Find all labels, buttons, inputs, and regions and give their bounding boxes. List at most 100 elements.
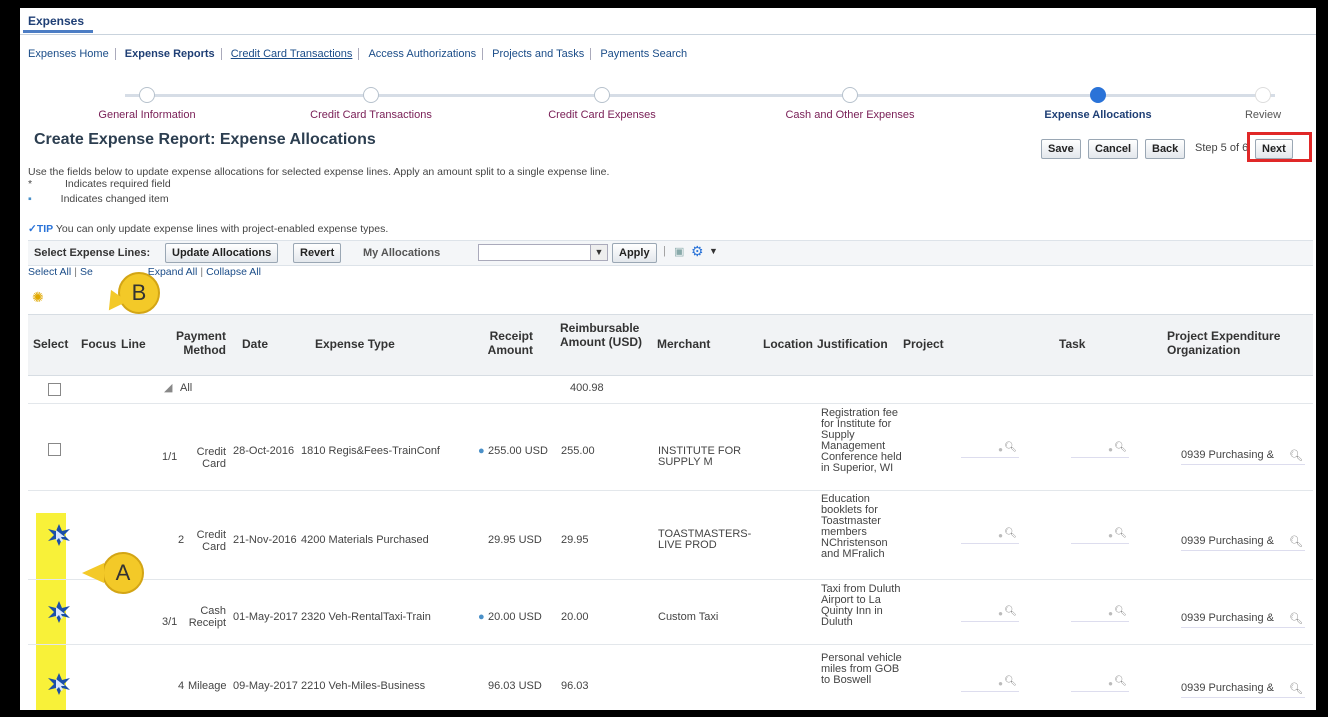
subnav-payments-search[interactable]: Payments Search [594, 48, 693, 60]
create-allocation-icon[interactable]: ✺ [32, 289, 44, 306]
select-none-link[interactable]: Se [80, 266, 93, 278]
focus-icon[interactable] [47, 601, 71, 623]
task-field[interactable]: ● 🔍︎ [1071, 442, 1129, 458]
tip-check-icon: ✓ [28, 223, 37, 235]
tab-expenses[interactable]: Expenses [28, 14, 84, 28]
gear-menu-chevron-icon[interactable]: ▼ [709, 246, 718, 256]
payment-method: Credit Card [196, 446, 226, 470]
table-header: Select Focus Line Payment Method Date Ex… [28, 314, 1313, 376]
detach-icon[interactable]: ▣ [674, 245, 684, 258]
apply-button[interactable]: Apply [612, 243, 657, 263]
col-date: Date [242, 337, 269, 351]
org-field[interactable]: 0939 Purchasing & 🔍︎ [1181, 449, 1305, 465]
subnav-access-authorizations[interactable]: Access Authorizations [362, 48, 484, 60]
train-stop-credit-card-transactions[interactable] [363, 87, 379, 103]
search-icon[interactable]: 🔍︎ [1289, 682, 1303, 695]
select-lines-label: Select Expense Lines: [34, 247, 151, 259]
project-field[interactable]: ● 🔍︎ [961, 676, 1019, 692]
receipt-info-icon: ● [478, 611, 485, 623]
row-select-checkbox[interactable] [48, 443, 61, 456]
search-icon[interactable]: 🔍︎ [1114, 528, 1127, 539]
subnav-credit-card-transactions[interactable]: Credit Card Transactions [225, 48, 360, 60]
project-field[interactable]: ● 🔍︎ [961, 528, 1019, 544]
input-dot-icon: ● [1108, 445, 1113, 454]
link-separator: | [74, 266, 77, 278]
train-label-cash-and-other-expenses[interactable]: Cash and Other Expenses [785, 109, 914, 121]
search-icon[interactable]: 🔍︎ [1114, 606, 1127, 617]
search-icon[interactable]: 🔍︎ [1114, 676, 1127, 687]
tip-label: TIP [36, 223, 54, 235]
save-button[interactable]: Save [1041, 139, 1081, 159]
all-total: 400.98 [570, 382, 604, 394]
cancel-button[interactable]: Cancel [1088, 139, 1139, 159]
org-value: 0939 Purchasing & [1181, 612, 1274, 624]
select-all-link[interactable]: Select All [28, 266, 71, 278]
subnav-expense-reports[interactable]: Expense Reports [119, 48, 222, 60]
org-field[interactable]: 0939 Purchasing & 🔍︎ [1181, 535, 1305, 551]
receipt-amount: 20.00 USD [488, 611, 542, 623]
search-icon[interactable]: 🔍︎ [1004, 528, 1017, 539]
train-stop-credit-card-expenses[interactable] [594, 87, 610, 103]
my-allocations-select[interactable]: ▼ [478, 244, 608, 261]
select-all-checkbox[interactable] [48, 383, 61, 396]
search-icon[interactable]: 🔍︎ [1004, 606, 1017, 617]
tip-line: ✓TIP You can only update expense lines w… [28, 223, 388, 235]
line-number: 1/1 [162, 451, 178, 463]
gear-icon[interactable]: ⚙ [691, 243, 704, 260]
train-stop-cash-and-other-expenses[interactable] [842, 87, 858, 103]
task-field[interactable]: ● 🔍︎ [1071, 676, 1129, 692]
search-icon[interactable]: 🔍︎ [1289, 612, 1303, 625]
link-separator: | [200, 266, 204, 278]
changed-legend: ▪ Indicates changed item [28, 193, 169, 205]
col-focus: Focus [81, 337, 117, 351]
next-highlight-box [1247, 132, 1312, 162]
table-row: 4 Mileage 09-May-2017 2210 Veh-Miles-Bus… [28, 645, 1313, 710]
org-value: 0939 Purchasing & [1181, 682, 1274, 694]
col-reimbursable-amount: Reimbursable Amount (USD) [560, 321, 642, 349]
org-field[interactable]: 0939 Purchasing & 🔍︎ [1181, 682, 1305, 698]
search-icon[interactable]: 🔍︎ [1114, 442, 1127, 453]
callout-a: A [102, 552, 144, 594]
justification: Personal vehicle miles from GOB to Boswe… [821, 652, 902, 686]
search-icon[interactable]: 🔍︎ [1004, 676, 1017, 687]
collapse-triangle-icon[interactable]: ◢ [164, 383, 172, 394]
table-row: 2 Credit Card 21-Nov-2016 4200 Materials… [28, 491, 1313, 580]
update-allocations-button[interactable]: Update Allocations [165, 243, 279, 263]
revert-button[interactable]: Revert [293, 243, 342, 263]
subnav-projects-and-tasks[interactable]: Projects and Tasks [486, 48, 592, 60]
col-project: Project [903, 337, 944, 351]
train-stop-general-information[interactable] [139, 87, 155, 103]
back-button[interactable]: Back [1145, 139, 1186, 159]
project-field[interactable]: ● 🔍︎ [961, 606, 1019, 622]
receipt-info-icon: ● [478, 445, 485, 457]
focus-icon[interactable] [47, 673, 71, 695]
chevron-down-icon[interactable]: ▼ [590, 245, 607, 260]
payment-method: Cash Receipt [188, 605, 226, 629]
task-field[interactable]: ● 🔍︎ [1071, 606, 1129, 622]
col-location: Location [763, 337, 813, 351]
page-title: Create Expense Report: Expense Allocatio… [34, 131, 376, 148]
train-label-credit-card-expenses[interactable]: Credit Card Expenses [548, 109, 656, 121]
payment-method: Credit Card [196, 529, 226, 553]
expense-type: 1810 Regis&Fees-TrainConf [301, 445, 440, 457]
train-label-credit-card-transactions[interactable]: Credit Card Transactions [310, 109, 432, 121]
focus-icon[interactable] [47, 524, 71, 546]
task-field[interactable]: ● 🔍︎ [1071, 528, 1129, 544]
expense-date: 09-May-2017 [233, 680, 298, 692]
receipt-amount: 29.95 USD [488, 534, 542, 546]
input-dot-icon: ● [1108, 531, 1113, 540]
search-icon[interactable]: 🔍︎ [1004, 442, 1017, 453]
col-task: Task [1059, 337, 1086, 351]
search-icon[interactable]: 🔍︎ [1289, 449, 1303, 462]
subnav-expenses-home[interactable]: Expenses Home [28, 48, 116, 60]
expense-date: 01-May-2017 [233, 611, 298, 623]
all-label: All [180, 382, 193, 394]
collapse-all-link[interactable]: Collapse All [206, 266, 261, 278]
org-field[interactable]: 0939 Purchasing & 🔍︎ [1181, 612, 1305, 628]
step-indicator: Step 5 of 6 [1195, 142, 1249, 154]
project-field[interactable]: ● 🔍︎ [961, 442, 1019, 458]
train-label-general-information[interactable]: General Information [98, 109, 195, 121]
search-icon[interactable]: 🔍︎ [1289, 535, 1303, 548]
col-expense-type: Expense Type [315, 337, 395, 351]
expense-date: 21-Nov-2016 [233, 534, 297, 546]
